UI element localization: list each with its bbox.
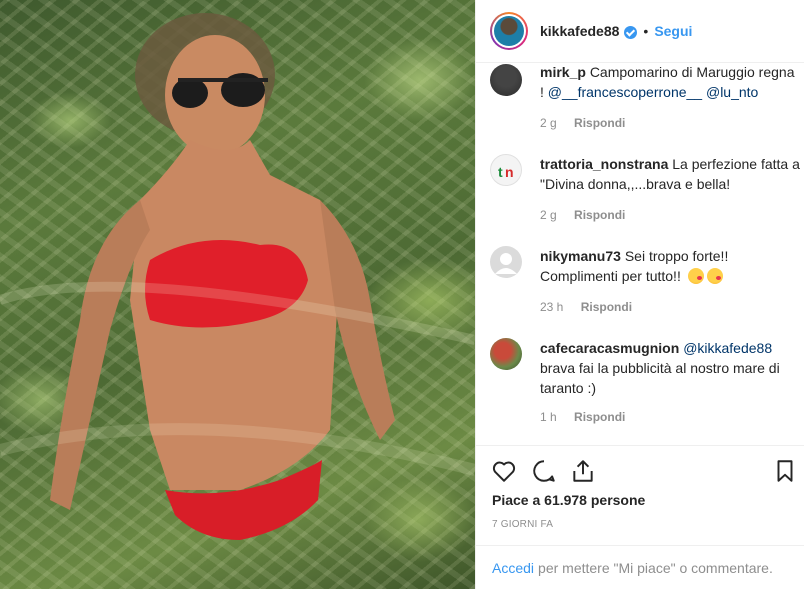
bookmark-icon[interactable] bbox=[772, 458, 798, 484]
comment-username[interactable]: mirk_p bbox=[540, 64, 586, 80]
svg-text:t: t bbox=[498, 164, 503, 180]
comment-avatar[interactable]: t n bbox=[490, 154, 522, 186]
comment-time: 2 g bbox=[540, 208, 557, 222]
comment-mention[interactable]: @lu_nto bbox=[706, 84, 758, 100]
comment-meta: 1 h Rispondi bbox=[540, 410, 625, 424]
avatar[interactable] bbox=[490, 12, 528, 50]
follow-button[interactable]: Segui bbox=[654, 23, 692, 39]
login-link[interactable]: Accedi bbox=[492, 560, 534, 576]
post-username[interactable]: kikkafede88 bbox=[540, 23, 619, 39]
likes-count[interactable]: Piace a 61.978 persone bbox=[492, 492, 645, 508]
comment-avatar[interactable] bbox=[490, 246, 522, 278]
comment-meta: 2 g Rispondi bbox=[540, 208, 625, 222]
heart-icon[interactable] bbox=[491, 458, 517, 484]
comment-text: mirk_p Campomarino di Maruggio regna ! @… bbox=[540, 64, 800, 102]
post-photo[interactable] bbox=[0, 0, 475, 589]
comment-username[interactable]: nikymanu73 bbox=[540, 248, 621, 264]
kiss-emoji-icon bbox=[706, 268, 723, 284]
comment-icon[interactable] bbox=[531, 458, 557, 484]
comment-time: 1 h bbox=[540, 410, 557, 424]
post-actions: Piace a 61.978 persone 7 GIORNI FA bbox=[476, 445, 804, 545]
comment-time: 23 h bbox=[540, 300, 564, 314]
comment-text: nikymanu73 Sei troppo forte!! Compliment… bbox=[540, 246, 800, 286]
default-avatar-icon bbox=[495, 253, 517, 274]
reply-button[interactable]: Rispondi bbox=[574, 410, 625, 424]
reply-button[interactable]: Rispondi bbox=[574, 208, 625, 222]
share-icon[interactable] bbox=[570, 458, 596, 484]
comment-username[interactable]: trattoria_nonstrana bbox=[540, 156, 668, 172]
comment-username[interactable]: cafecaracasmugnion bbox=[540, 340, 679, 356]
svg-text:n: n bbox=[505, 164, 514, 180]
comment-text: trattoria_nonstrana La perfezione fatta … bbox=[540, 154, 800, 194]
verified-icon bbox=[624, 25, 638, 39]
post-header: kikkafede88 • Segui bbox=[476, 0, 804, 63]
comment-time: 2 g bbox=[540, 116, 557, 130]
trattoria-logo-icon: t n bbox=[498, 164, 514, 180]
comment-text: cafecaracasmugnion @kikkafede88 brava fa… bbox=[540, 338, 800, 398]
comment-content: brava fai la pubblicità al nostro mare d… bbox=[540, 360, 780, 396]
comment-avatar[interactable] bbox=[490, 338, 522, 370]
post-sidebar: kikkafede88 • Segui mirk_p Campomarino d… bbox=[475, 0, 804, 589]
login-prompt: Accedi per mettere "Mi piace" o commenta… bbox=[476, 545, 804, 589]
comment-meta: 23 h Rispondi bbox=[540, 300, 632, 314]
reply-button[interactable]: Rispondi bbox=[574, 116, 625, 130]
login-prompt-text: per mettere "Mi piace" o commentare. bbox=[538, 559, 773, 576]
separator-dot: • bbox=[643, 23, 649, 39]
comment-avatar[interactable] bbox=[490, 64, 522, 96]
comment-mention[interactable]: @__francescoperrone__ bbox=[548, 84, 702, 100]
comment-meta: 2 g Rispondi bbox=[540, 116, 625, 130]
kiss-emoji-icon bbox=[687, 268, 704, 284]
reply-button[interactable]: Rispondi bbox=[581, 300, 632, 314]
photo-subject bbox=[0, 13, 475, 540]
comment-mention[interactable]: @kikkafede88 bbox=[683, 340, 772, 356]
post-timestamp: 7 GIORNI FA bbox=[492, 519, 554, 530]
comments-list[interactable]: mirk_p Campomarino di Maruggio regna ! @… bbox=[476, 64, 804, 445]
